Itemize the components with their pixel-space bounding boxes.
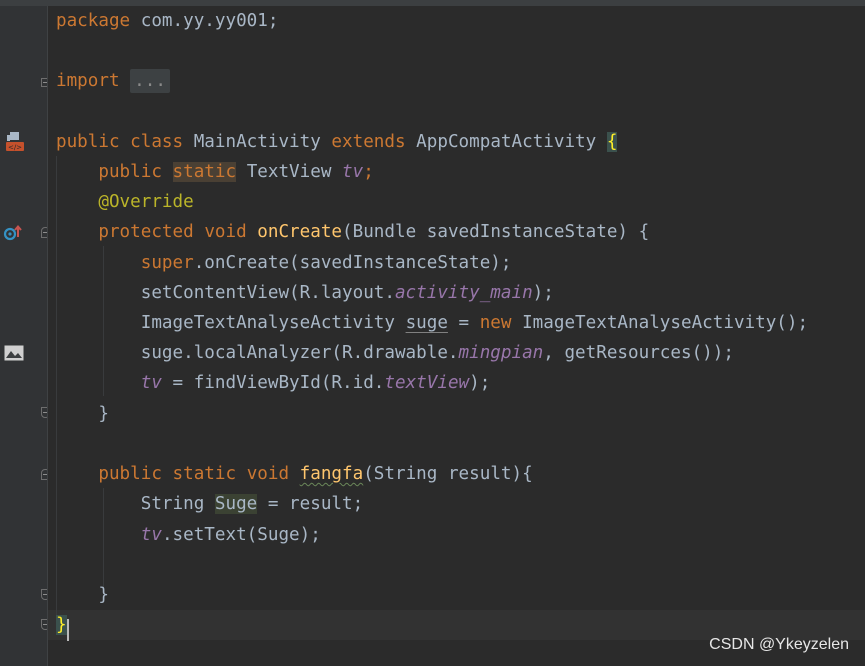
package-name: com.yy.yy001; [130,11,279,31]
type-name: TextView [246,162,332,182]
keyword: extends [331,132,406,152]
class-name: MainActivity [193,132,321,152]
field-name: textView [384,373,470,393]
field-name: mingpian [458,343,544,363]
type-name: ImageTextAnalyseActivity [140,313,406,333]
folded-imports[interactable]: ... [130,69,170,93]
matched-brace: { [606,132,618,152]
code-line-oncreate: protected void onCreate(Bundle savedInst… [56,217,649,247]
watermark: CSDN @Ykeyzelen [709,636,849,653]
code-editor[interactable]: package com.yy.yy001; import ... public … [48,6,865,666]
keyword: void [246,464,290,484]
code-line-field: public static TextView tv; [56,157,374,187]
code-line-set-text: tv.setText(Suge); [56,520,321,550]
closing-brace: } [98,404,109,424]
keyword: package [56,11,131,31]
keyword: void [204,222,247,242]
keyword: public [98,162,162,182]
editor-gutter: </> [0,6,50,666]
keyword: new [479,313,512,333]
method-call: .setText(Suge); [161,525,321,545]
method-call-end: ); [532,283,554,303]
code-line-class-declaration: public class MainActivity extends AppCom… [56,127,618,157]
variable-name-highlighted: Suge [214,494,258,514]
code-line-set-content-view: setContentView(R.layout.activity_main); [56,278,554,308]
code-line-local-analyzer: suge.localAnalyzer(R.drawable.mingpian, … [56,338,734,368]
code-line-close-oncreate: } [56,399,109,429]
method-call: = findViewById(R.id. [161,373,385,393]
method-name: onCreate [257,222,343,242]
annotation: @Override [98,192,194,212]
closing-brace: } [98,585,109,605]
keyword: super [140,253,194,273]
type-name: String [140,494,215,514]
matched-brace-with-cursor[interactable]: } [56,615,67,635]
method-call: setContentView(R.layout. [140,283,395,303]
keyword-highlighted: static [172,162,237,182]
android-class-icon[interactable]: </> [4,130,26,152]
svg-text:</>: </> [8,144,22,152]
code-line-super: super.onCreate(savedInstanceState); [56,248,512,278]
method-call: .onCreate(savedInstanceState); [193,253,512,273]
method-call: suge.localAnalyzer(R.drawable. [140,343,459,363]
field-name: tv [140,373,162,393]
keyword: protected [98,222,194,242]
constructor-call: ImageTextAnalyseActivity(); [511,313,809,333]
code-line-package: package com.yy.yy001; [56,6,278,36]
field-name: tv [342,162,364,182]
parent-class: AppCompatActivity [416,132,597,152]
assignment: = result; [257,494,364,514]
keyword: class [130,132,184,152]
method-params: (String result){ [363,464,533,484]
code-line-close-fangfa: } [56,580,109,610]
field-name: tv [140,525,162,545]
image-resource-icon[interactable] [4,345,24,361]
code-line-fangfa: public static void fangfa(String result)… [56,459,533,489]
keyword: static [172,464,237,484]
keyword: public [98,464,162,484]
field-name: activity_main [394,283,533,303]
method-name: fangfa [299,464,364,484]
code-line-find-view: tv = findViewById(R.id.textView); [56,368,491,398]
code-line-string-decl: String Suge = result; [56,489,363,519]
code-line-close-class: } [56,610,67,640]
keyword: public [56,132,120,152]
keyword: import [56,71,120,91]
method-call-end: , getResources()); [543,343,734,363]
operator: = [447,313,480,333]
code-line-image-text: ImageTextAnalyseActivity suge = new Imag… [56,308,808,338]
semicolon: ; [363,162,374,182]
method-params: (Bundle savedInstanceState) { [342,222,650,242]
code-line-import: import ... [56,66,170,96]
method-call-end: ); [469,373,491,393]
variable-name: suge [405,313,448,333]
override-method-icon[interactable] [3,224,23,242]
code-line-override: @Override [56,187,194,217]
